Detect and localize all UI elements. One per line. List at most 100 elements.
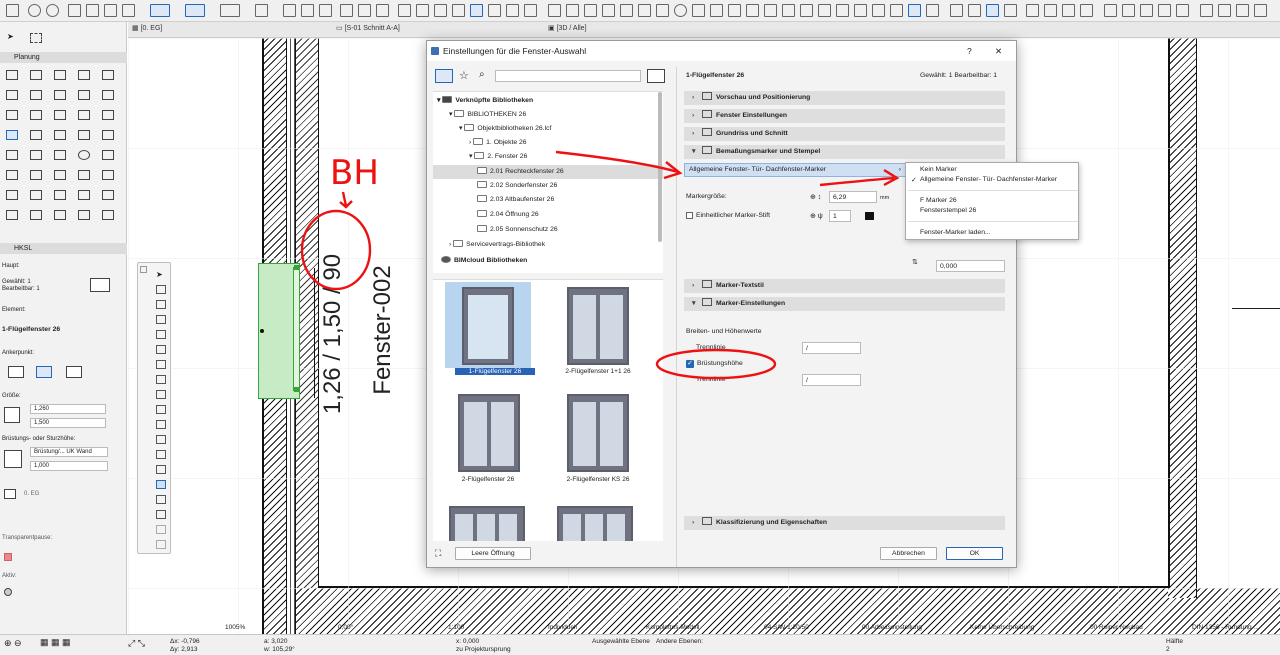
section-view-icon[interactable] <box>566 4 579 17</box>
label-tool-icon[interactable] <box>6 150 18 160</box>
undo-icon[interactable] <box>28 4 41 17</box>
redo-icon[interactable] <box>46 4 59 17</box>
renovation-filter[interactable]: 00 Reiner Neubau <box>1090 624 1143 631</box>
interior-tool-icon[interactable] <box>30 190 42 200</box>
group-icon[interactable] <box>156 465 166 474</box>
unlock-icon[interactable] <box>416 4 429 17</box>
eyedropper-icon[interactable] <box>104 4 117 17</box>
tree-item[interactable]: ▾ Objektbibliotheken 26.lcf <box>459 122 551 136</box>
elevation-view-icon[interactable] <box>584 4 597 17</box>
section-fenster[interactable]: › Fenster Einstellungen <box>684 109 1005 123</box>
object-tool-icon[interactable] <box>102 110 114 120</box>
anchor-left-button[interactable] <box>8 366 24 378</box>
zoom-value[interactable]: 1005% <box>225 624 245 631</box>
tab-plan[interactable]: ▦ [0. EG] <box>132 24 162 36</box>
mirror-icon[interactable] <box>156 345 166 354</box>
beam-icon[interactable] <box>818 4 831 17</box>
pen-set-combo[interactable]: 04 S/W 1:20/50 <box>764 624 809 631</box>
window-hotspot[interactable] <box>294 387 299 392</box>
label-icon[interactable] <box>1080 4 1093 17</box>
level-dim-tool-icon[interactable] <box>54 130 66 140</box>
multiply-icon[interactable] <box>156 450 166 459</box>
ausgew-ebene-label[interactable]: Ausgewählte Ebene <box>592 638 650 645</box>
cube-icon[interactable] <box>728 4 741 17</box>
angle-dim-tool-icon[interactable] <box>78 130 90 140</box>
more-icon[interactable] <box>1254 4 1267 17</box>
worksheet-tool-icon[interactable] <box>54 190 66 200</box>
thumb-3-fluegel-b[interactable] <box>551 502 635 541</box>
help-button[interactable]: ? <box>967 41 972 61</box>
zone-tool-icon[interactable] <box>6 210 18 220</box>
arrow-tool-icon[interactable] <box>150 4 170 17</box>
favorites-icon[interactable]: ☆ <box>459 69 469 82</box>
star-icon[interactable] <box>434 4 447 17</box>
guide-icon[interactable] <box>220 4 240 17</box>
box-icon[interactable] <box>692 4 705 17</box>
tree-item[interactable]: ▾ 2. Fenster 26 <box>469 150 527 164</box>
offset-icon[interactable] <box>156 360 166 369</box>
menu-item[interactable]: Fensterstempel 26 <box>920 207 976 214</box>
stretch-icon[interactable] <box>156 315 166 324</box>
text-tool-icon[interactable] <box>102 130 114 140</box>
hotspot-tool-icon[interactable] <box>30 170 42 180</box>
tree-item[interactable]: ▾ Verknüpfte Bibliotheken <box>437 94 533 108</box>
detail-tool-icon[interactable] <box>78 190 90 200</box>
settings-gear-icon[interactable] <box>647 69 665 83</box>
tree-item[interactable]: 2.02 Sonderfenster 26 <box>477 179 557 193</box>
door-tool-icon[interactable] <box>30 70 42 80</box>
cylinder-icon[interactable] <box>710 4 723 17</box>
spline-icon[interactable] <box>1158 4 1171 17</box>
view-tools-icon[interactable]: ⤢ ⤡ <box>128 638 145 649</box>
wall-tool-icon[interactable] <box>6 70 18 80</box>
grid-tool-icon[interactable] <box>78 210 90 220</box>
link-icon[interactable] <box>319 4 332 17</box>
menu-item[interactable]: Fenster-Marker laden... <box>920 229 991 236</box>
camera-icon[interactable] <box>656 4 669 17</box>
tab-3d[interactable]: ▣ [3D / Alle] <box>548 24 587 36</box>
zone-icon[interactable] <box>1004 4 1017 17</box>
measure-icon[interactable] <box>283 4 296 17</box>
trace-icon[interactable] <box>986 4 999 17</box>
opening-icon[interactable]: ⛶ <box>435 548 451 562</box>
change-tool-icon[interactable] <box>102 190 114 200</box>
planung-header[interactable]: Planung <box>0 52 127 63</box>
tree-item[interactable]: ▾ BIBLIOTHEKEN 26 <box>449 108 526 122</box>
tree-item[interactable]: 2.04 Öffnung 26 <box>477 208 539 222</box>
section-tool-icon[interactable] <box>102 170 114 180</box>
tree-item[interactable]: 2.05 Sonnenschutz 26 <box>477 223 558 237</box>
graphic-override[interactable]: Keine Überschreibung <box>970 624 1034 631</box>
mesh-tool-icon[interactable] <box>30 210 42 220</box>
column-tool-icon[interactable] <box>6 90 18 100</box>
section-klassifizierung[interactable]: › Klassifizierung und Eigenschaften <box>684 516 1005 530</box>
split-icon[interactable] <box>156 405 166 414</box>
rotate-icon[interactable] <box>488 4 501 17</box>
thumb-2-fluegel-ks[interactable] <box>555 390 639 474</box>
curtain-wall-icon[interactable] <box>890 4 903 17</box>
3d-view-icon[interactable] <box>602 4 615 17</box>
menu-item[interactable]: Kein Marker <box>920 166 957 173</box>
dimension-tool-icon[interactable] <box>6 130 18 140</box>
railing-icon[interactable] <box>872 4 885 17</box>
close-button[interactable]: ✕ <box>995 41 1002 61</box>
spline-tool-icon[interactable] <box>6 170 18 180</box>
shell-tool-icon[interactable] <box>102 90 114 100</box>
section-vorschau[interactable]: › Vorschau und Positionierung <box>684 91 1005 105</box>
height-field[interactable]: 1,500 <box>30 418 106 428</box>
line-icon[interactable] <box>1104 4 1117 17</box>
width-field[interactable]: 1,260 <box>30 404 106 414</box>
angle-value[interactable]: 0,00° <box>338 624 353 631</box>
hksl-header[interactable]: HKSL <box>0 243 127 254</box>
lamp-tool-icon[interactable] <box>54 210 66 220</box>
open-icon[interactable] <box>6 4 19 17</box>
move-icon[interactable] <box>156 285 166 294</box>
model-view-option[interactable]: 00 Arbeitseinstellung <box>862 624 922 631</box>
plan-view-icon[interactable] <box>548 4 561 17</box>
polyline-tool-icon[interactable] <box>102 150 114 160</box>
layers-icon[interactable] <box>156 480 166 489</box>
mesh-icon[interactable] <box>764 4 777 17</box>
figure-icon[interactable] <box>1200 4 1213 17</box>
pointer-icon[interactable] <box>68 4 81 17</box>
projection-value[interactable]: zu Projektursprung <box>456 646 511 653</box>
transparent-color-swatch[interactable] <box>4 553 12 561</box>
adjust-icon[interactable] <box>156 420 166 429</box>
